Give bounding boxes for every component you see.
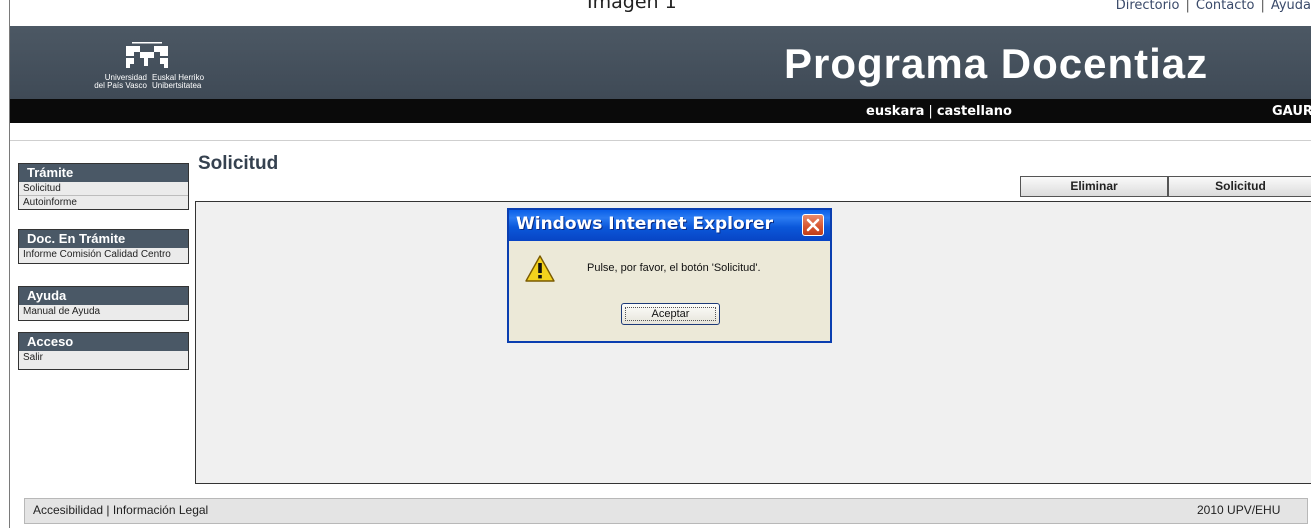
- sidebar-heading: Trámite: [19, 164, 188, 182]
- eliminar-button[interactable]: Eliminar: [1020, 176, 1168, 197]
- sidebar-heading: Acceso: [19, 333, 188, 351]
- sidebar-section-acceso: Acceso Salir: [18, 332, 189, 370]
- link-ayuda[interactable]: Ayuda: [1271, 0, 1311, 13]
- language-switcher: euskara | castellano: [866, 104, 1012, 119]
- link-contacto[interactable]: Contacto: [1196, 0, 1255, 13]
- nav-bar: [10, 99, 1311, 123]
- page-title: Solicitud: [198, 153, 279, 174]
- sidebar-item-solicitud[interactable]: Solicitud: [19, 182, 188, 196]
- sidebar-heading: Doc. En Trámite: [19, 230, 188, 248]
- footer-copyright: 2010 UPV/EHU: [1197, 503, 1281, 517]
- dialog-message: Pulse, por favor, el botón 'Solicitud'.: [587, 262, 761, 274]
- top-links: Directorio | Contacto | Ayuda: [1115, 0, 1311, 13]
- link-directorio[interactable]: Directorio: [1116, 0, 1180, 13]
- focus-ring: [625, 307, 716, 321]
- image-caption: Imagen 1: [587, 0, 677, 13]
- logo-text-spanish: Universidad del País Vasco: [94, 73, 147, 90]
- sidebar-section-tramite: Trámite Solicitud Autoinforme: [18, 163, 189, 210]
- sidebar-item-informe-comision[interactable]: Informe Comisión Calidad Centro: [19, 248, 188, 263]
- site-title: Programa Docentiaz: [784, 40, 1209, 87]
- footer-links[interactable]: Accesibilidad | Información Legal: [33, 503, 208, 517]
- lang-euskara-link[interactable]: euskara: [866, 104, 924, 119]
- sidebar-heading: Ayuda: [19, 287, 188, 305]
- university-logo-icon: [126, 42, 168, 68]
- solicitud-button[interactable]: Solicitud: [1168, 176, 1311, 197]
- lang-castellano-link[interactable]: castellano: [937, 104, 1012, 119]
- sidebar-section-ayuda: Ayuda Manual de Ayuda: [18, 286, 189, 321]
- sidebar-section-doc-en-tramite: Doc. En Trámite Informe Comisión Calidad…: [18, 229, 189, 264]
- sidebar-item-autoinforme[interactable]: Autoinforme: [19, 196, 188, 209]
- sidebar-item-salir[interactable]: Salir: [19, 351, 188, 364]
- close-icon[interactable]: [802, 214, 824, 236]
- warning-icon: [525, 255, 555, 282]
- footer-bar: [24, 498, 1308, 524]
- dialog-title: Windows Internet Explorer: [516, 214, 773, 234]
- close-x-icon: [806, 218, 820, 232]
- nav-right-label[interactable]: GAUR: [1272, 104, 1311, 119]
- divider: [10, 140, 1311, 141]
- sidebar-item-manual-ayuda[interactable]: Manual de Ayuda: [19, 305, 188, 320]
- logo-text-basque: Euskal Herriko Unibertsitatea: [152, 73, 205, 90]
